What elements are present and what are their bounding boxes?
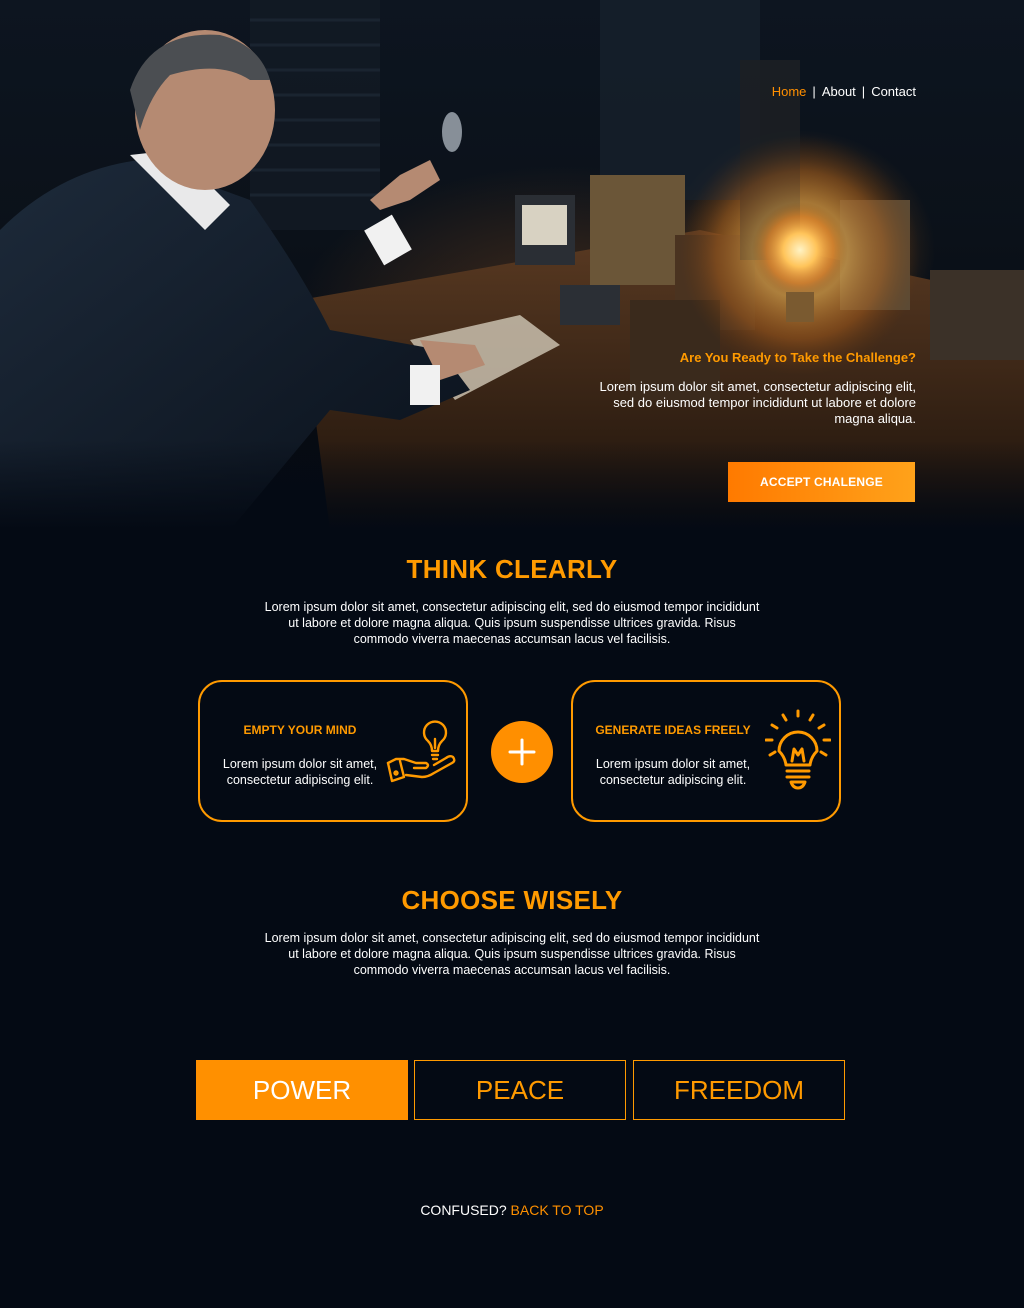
generate-ideas-freely-card: GENERATE IDEAS FREELY Lorem ipsum dolor … bbox=[571, 680, 841, 822]
glowing-lightbulb-icon bbox=[765, 709, 831, 790]
choose-wisely-text: Lorem ipsum dolor sit amet, consectetur … bbox=[264, 931, 760, 977]
option-power[interactable]: POWER bbox=[196, 1060, 408, 1120]
accept-challenge-button[interactable]: ACCEPT CHALENGE bbox=[728, 462, 915, 502]
main-nav: Home | About | Contact bbox=[772, 84, 916, 99]
choose-wisely-title: CHOOSE WISELY bbox=[401, 885, 623, 915]
footer: CONFUSED? BACK TO TOP bbox=[0, 1202, 1024, 1218]
hero-description: Lorem ipsum dolor sit amet, consectetur … bbox=[599, 379, 916, 426]
card-title: EMPTY YOUR MIND bbox=[243, 723, 357, 737]
think-clearly-text: Lorem ipsum dolor sit amet, consectetur … bbox=[264, 600, 760, 646]
nav-about-link[interactable]: About bbox=[822, 84, 856, 99]
option-freedom[interactable]: FREEDOM bbox=[633, 1060, 845, 1120]
card-text: Lorem ipsum dolor sit amet, consectetur … bbox=[222, 757, 378, 787]
nav-separator: | bbox=[812, 84, 816, 99]
card-title: GENERATE IDEAS FREELY bbox=[595, 723, 751, 737]
nav-separator: | bbox=[861, 84, 866, 99]
plus-icon bbox=[491, 721, 553, 783]
nav-home-link[interactable]: Home bbox=[772, 84, 807, 99]
card-text: Lorem ipsum dolor sit amet, consectetur … bbox=[595, 757, 751, 787]
hero-copy: Are You Ready to Take the Challenge? Lor… bbox=[596, 350, 916, 427]
footer-label: CONFUSED? bbox=[420, 1202, 511, 1218]
option-peace[interactable]: PEACE bbox=[414, 1060, 626, 1120]
landing-page: Home | About | Contact Are You Ready to … bbox=[0, 0, 1024, 1308]
hero-tagline: Are You Ready to Take the Challenge? bbox=[679, 350, 916, 365]
nav-contact-link[interactable]: Contact bbox=[871, 84, 916, 99]
empty-your-mind-card: EMPTY YOUR MIND Lorem ipsum dolor sit am… bbox=[198, 680, 468, 822]
hero-section: Home | About | Contact Are You Ready to … bbox=[0, 0, 1024, 530]
think-clearly-title: THINK CLEARLY bbox=[406, 554, 618, 584]
hand-lightbulb-icon bbox=[386, 720, 456, 783]
back-to-top-link[interactable]: BACK TO TOP bbox=[511, 1202, 604, 1218]
